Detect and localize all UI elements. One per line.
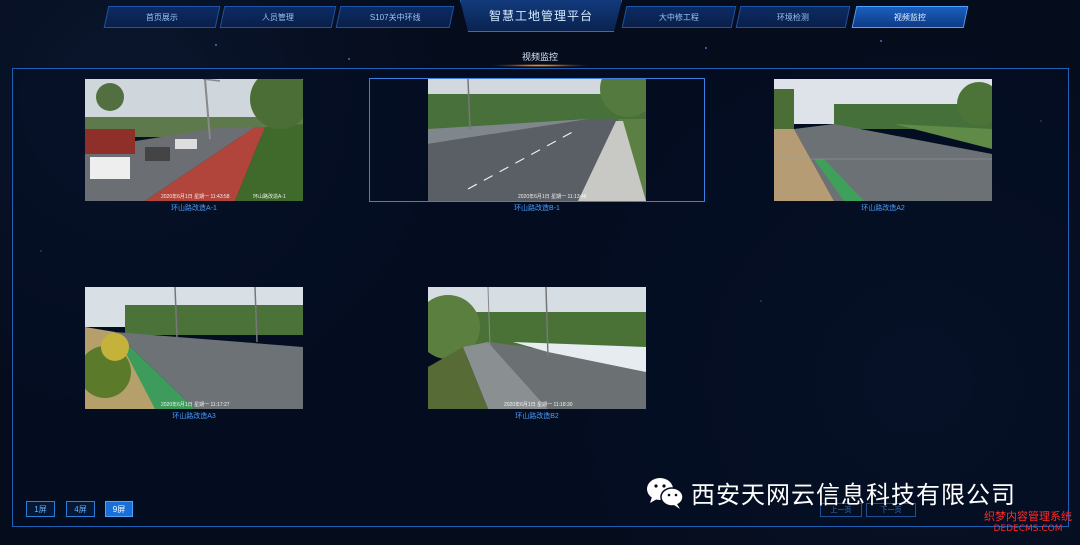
tab-personnel-label: 人员管理 — [262, 12, 294, 22]
company-watermark: 西安天网云信息科技有限公司 — [645, 475, 1016, 510]
camera-timestamp: 2020年6月1日 星期一 11:18:30 — [504, 402, 573, 408]
tab-s107[interactable]: S107关中环线 — [335, 6, 455, 28]
screen-9-button[interactable]: 9屏 — [105, 501, 133, 517]
camera-tile[interactable]: 2020年6月1日 星期一 11:13:46 环山路改造B-1 — [428, 79, 646, 214]
camera-label: 环山路改造B-1 — [514, 205, 560, 212]
camera-timestamp: 2020年6月1日 星期一 11:17:27 — [161, 402, 230, 408]
tab-s107-label: S107关中环线 — [369, 12, 421, 22]
wechat-icon — [647, 477, 684, 509]
camera-feed[interactable] — [85, 79, 303, 201]
camera-feed[interactable] — [774, 79, 992, 201]
camera-timestamp: 2020年6月1日 星期一 11:13:46 — [518, 194, 587, 200]
platform-title: 智慧工地管理平台 — [460, 0, 622, 32]
tab-major-repair-label: 大中修工程 — [659, 12, 699, 22]
camera-label: 环山路改造A3 — [172, 413, 216, 420]
camera-tile[interactable]: 2020年6月1日 星期一 11:17:27 环山路改造A3 — [85, 287, 303, 422]
section-title-underline — [490, 64, 590, 67]
screen-1-button[interactable]: 1屏 — [26, 501, 55, 517]
site-watermark-name: 织梦内容管理系统 — [984, 510, 1072, 523]
camera-tile[interactable]: 2020年6月1日 星期一 11:43:58 环山路改造A-1 环山路改造A-1 — [85, 79, 303, 214]
screen-4-button[interactable]: 4屏 — [66, 501, 95, 517]
camera-feed[interactable] — [428, 287, 646, 409]
camera-feed[interactable] — [428, 79, 646, 201]
tab-home[interactable]: 首页展示 — [103, 6, 221, 28]
tab-environment-label: 环境检测 — [777, 12, 809, 22]
camera-tile[interactable]: 环山路改造A2 — [774, 79, 992, 214]
tab-home-label: 首页展示 — [146, 12, 178, 22]
tab-major-repair[interactable]: 大中修工程 — [621, 6, 737, 28]
site-watermark: 织梦内容管理系统 DEDECMS.COM — [984, 511, 1072, 535]
camera-site-overlay: 环山路改造A-1 — [253, 194, 286, 200]
camera-label: 环山路改造A2 — [861, 205, 905, 212]
camera-timestamp: 2020年6月1日 星期一 11:43:58 — [161, 194, 230, 200]
camera-label: 环山路改造A-1 — [171, 205, 217, 212]
tab-video[interactable]: 视频监控 — [851, 6, 969, 28]
camera-label: 环山路改造B2 — [515, 413, 559, 420]
camera-feed[interactable] — [85, 287, 303, 409]
tab-video-label: 视频监控 — [894, 12, 926, 22]
company-name: 西安天网云信息科技有限公司 — [691, 481, 1016, 509]
camera-tile[interactable]: 2020年6月1日 星期一 11:18:30 环山路改造B2 — [428, 287, 646, 422]
platform-title-text: 智慧工地管理平台 — [488, 9, 593, 23]
tab-personnel[interactable]: 人员管理 — [219, 6, 337, 28]
tab-environment[interactable]: 环境检测 — [735, 6, 851, 28]
top-nav: 首页展示 人员管理 S107关中环线 智慧工地管理平台 大中修工程 环境检测 视… — [0, 0, 1080, 40]
section-title: 视频监控 — [521, 52, 558, 62]
site-watermark-url: DEDECMS.COM — [993, 524, 1063, 534]
